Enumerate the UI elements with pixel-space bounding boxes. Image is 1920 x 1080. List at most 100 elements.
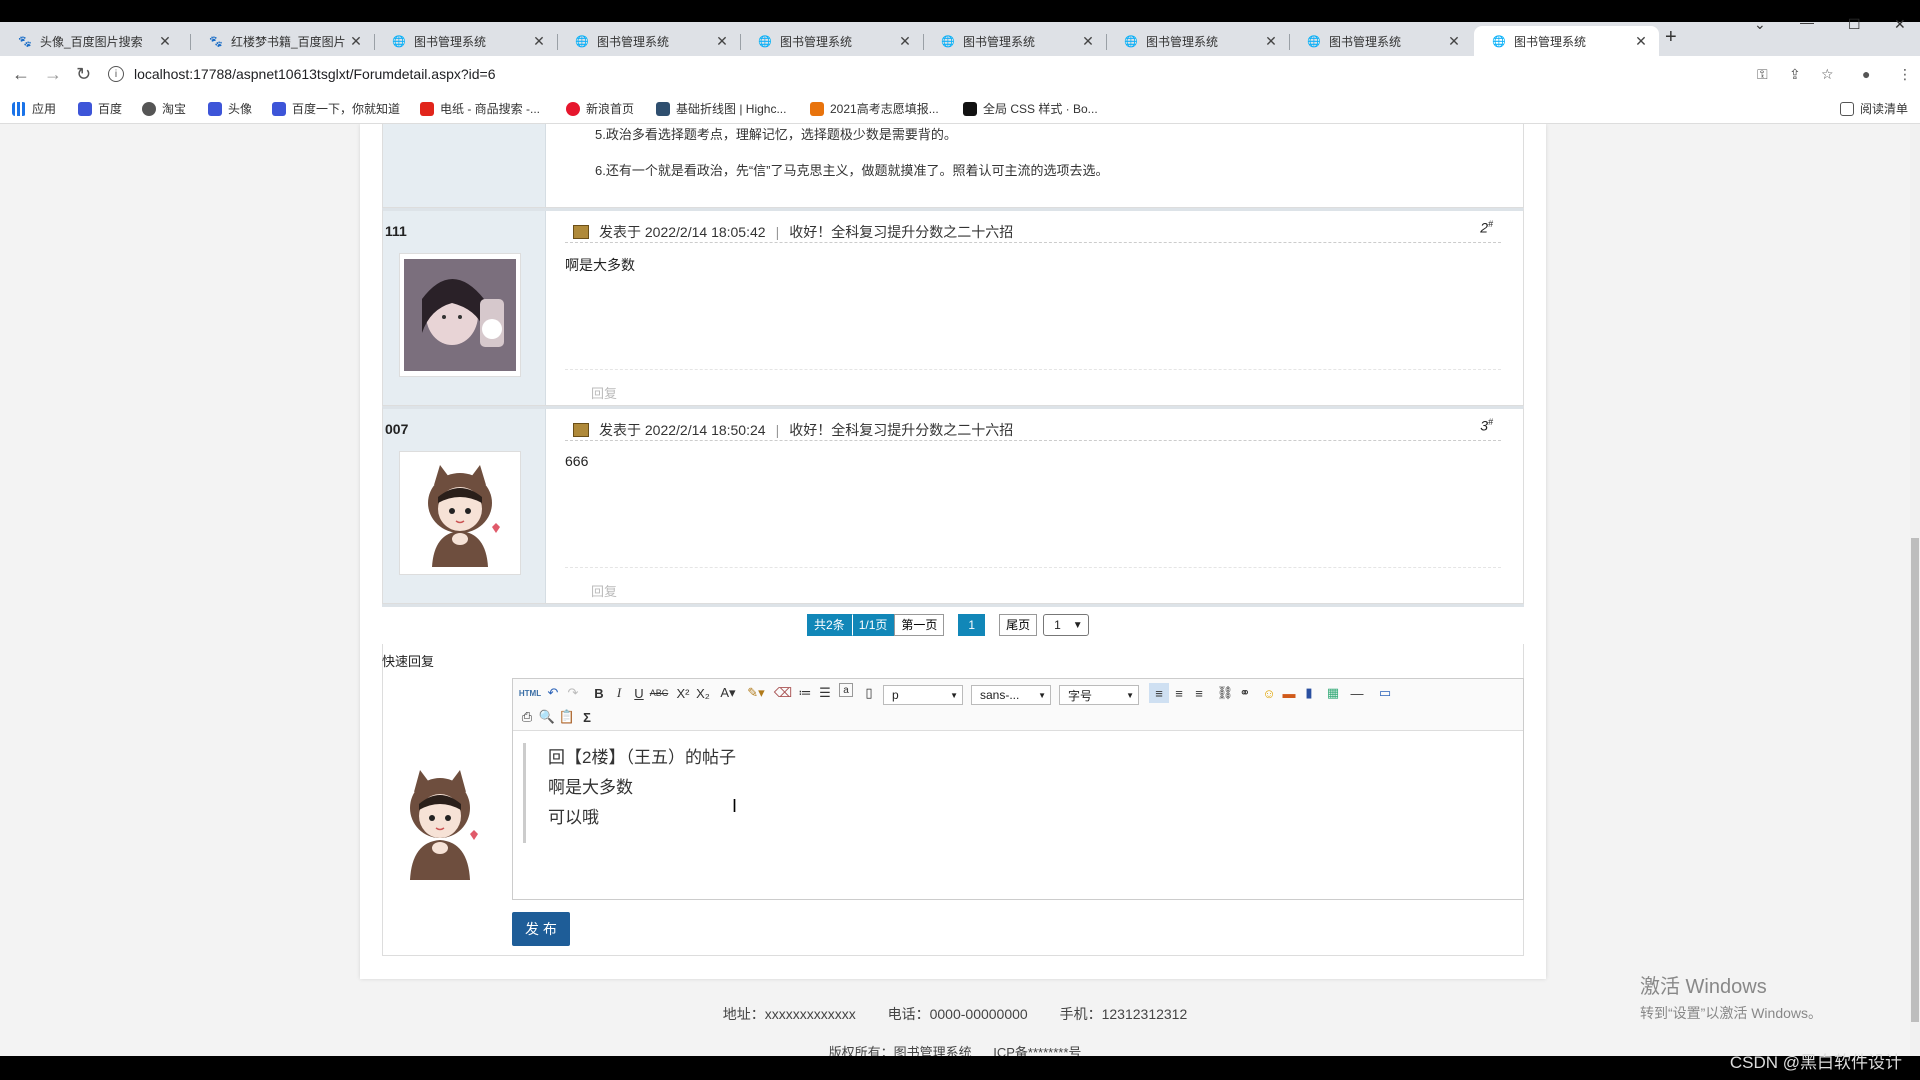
forward-icon[interactable]: → xyxy=(44,64,62,85)
close-tab-icon[interactable]: ✕ xyxy=(1633,33,1649,50)
quick-reply-label: 快速回复 xyxy=(382,654,435,669)
back-icon[interactable]: ← xyxy=(12,64,30,85)
map-icon[interactable]: ▦ xyxy=(1323,683,1343,703)
eraser-icon[interactable]: ⌫ xyxy=(773,683,793,703)
bookmark-baidu-search[interactable]: 百度一下，你就知道 xyxy=(272,100,400,117)
editor-toolbar: HTML ↶ ↷ B I U ABC X² X₂ A▾ ✎▾ ⌫ ≔ ☰ a ▯… xyxy=(513,679,1523,731)
reply-link[interactable]: 回复 xyxy=(591,581,617,600)
post-user-column xyxy=(383,124,546,207)
close-tab-icon[interactable]: ✕ xyxy=(348,33,364,50)
font-family-select[interactable]: sans-... ▼ xyxy=(971,685,1051,705)
align-right-icon[interactable]: ≡ xyxy=(1189,683,1209,703)
minimize-icon[interactable]: — xyxy=(1800,14,1814,30)
align-left-icon[interactable]: ≡ xyxy=(1149,683,1169,703)
bookmark-sina[interactable]: 新浪首页 xyxy=(566,100,634,117)
close-window-icon[interactable]: ✕ xyxy=(1894,16,1906,33)
paste-icon[interactable]: 📋 xyxy=(557,707,577,727)
avatar xyxy=(399,253,521,377)
pager-last-button[interactable]: 尾页 xyxy=(999,614,1038,636)
browser-tab-active[interactable]: 🌐 图书管理系统 ✕ xyxy=(1474,26,1659,56)
reply-link[interactable]: 回复 xyxy=(591,383,617,402)
ordered-list-icon[interactable]: ≔ xyxy=(795,683,815,703)
browser-tab[interactable]: 🌐 图书管理系统 ✕ xyxy=(374,26,557,56)
bookmark-bootstrap[interactable]: 全局 CSS 样式 · Bo... xyxy=(963,100,1098,117)
post-time: 2022/2/14 18:05:42 xyxy=(644,223,766,240)
globe-icon xyxy=(142,101,156,116)
tab-search-icon[interactable]: ⌄ xyxy=(1754,16,1766,33)
unlink-icon[interactable]: ⚭ xyxy=(1235,683,1255,703)
superscript-icon[interactable]: X² xyxy=(673,683,693,703)
browser-tab[interactable]: 🌐 图书管理系统 ✕ xyxy=(1106,26,1289,56)
info-icon[interactable]: i xyxy=(108,66,124,82)
bold-icon[interactable]: B xyxy=(589,683,609,703)
bookmark-jd[interactable]: 电纸 - 商品搜索 -... xyxy=(420,100,540,117)
publish-button[interactable]: 发 布 xyxy=(512,912,570,946)
close-tab-icon[interactable]: ✕ xyxy=(531,33,547,50)
bookmark-taobao[interactable]: 淘宝 xyxy=(142,100,186,117)
page-scrollbar[interactable] xyxy=(1910,124,1920,1056)
share-icon[interactable]: ⇪ xyxy=(1789,66,1801,83)
new-tab-icon[interactable]: + xyxy=(1665,26,1677,49)
close-tab-icon[interactable]: ✕ xyxy=(157,33,173,50)
paragraph-select[interactable]: p ▼ xyxy=(883,685,963,705)
preview-icon[interactable]: 🔍 xyxy=(537,707,557,727)
page-icon[interactable]: ▯ xyxy=(859,683,879,703)
strikethrough-icon[interactable]: ABC xyxy=(649,683,669,703)
bookmark-apps[interactable]: 应用 xyxy=(12,100,56,117)
post-topic: 收好！全科复习提升分数之二十六招 xyxy=(789,223,1014,240)
unordered-list-icon[interactable]: ☰ xyxy=(815,683,835,703)
bookmark-gaokao[interactable]: 2021高考志愿填报... xyxy=(810,100,939,117)
pager-first-button[interactable]: 第一页 xyxy=(894,614,945,636)
font-color-icon[interactable]: A▾ xyxy=(715,683,741,703)
star-icon[interactable]: ☆ xyxy=(1821,66,1834,83)
image-icon[interactable]: ▬ xyxy=(1279,683,1299,703)
close-tab-icon[interactable]: ✕ xyxy=(1263,33,1279,50)
emoji-icon[interactable]: ☺ xyxy=(1259,683,1279,703)
link-icon[interactable]: ⛓ xyxy=(1215,683,1235,703)
reload-icon[interactable]: ↻ xyxy=(76,64,91,85)
close-tab-icon[interactable]: ✕ xyxy=(897,33,913,50)
bookmark-touxiang[interactable]: 头像 xyxy=(208,100,252,117)
formula-icon[interactable]: Σ xyxy=(577,707,597,727)
avatar xyxy=(399,451,521,575)
browser-tab[interactable]: 🌐 图书管理系统 ✕ xyxy=(923,26,1106,56)
url-field[interactable]: i localhost:17788/aspnet10613tsglxt/Foru… xyxy=(108,60,1748,88)
font-size-select[interactable]: 字号 ▼ xyxy=(1059,685,1139,705)
editor-content[interactable]: 回【2楼】（王五）的帖子 啊是大多数 可以哦 xyxy=(523,743,1513,843)
close-tab-icon[interactable]: ✕ xyxy=(714,33,730,50)
menu-icon[interactable]: ⋮ xyxy=(1898,66,1912,83)
fullscreen-icon[interactable]: ▭ xyxy=(1375,683,1395,703)
undo-icon[interactable]: ↶ xyxy=(543,683,563,703)
align-center-icon[interactable]: ≡ xyxy=(1169,683,1189,703)
browser-tab[interactable]: 🐾 头像_百度图片搜索 ✕ xyxy=(0,26,183,56)
bookmark-highcharts[interactable]: 基础折线图 | Highc... xyxy=(656,100,786,117)
key-icon[interactable]: ⚿ xyxy=(1757,66,1768,83)
forum-container: 5.政治多看选择题考点，理解记忆，选择题极少数是需要背的。 6.还有一个就是看政… xyxy=(360,124,1546,979)
close-tab-icon[interactable]: ✕ xyxy=(1446,33,1462,50)
browser-tab[interactable]: 🌐 图书管理系统 ✕ xyxy=(1289,26,1472,56)
pager-current-page[interactable]: 1 xyxy=(958,614,986,636)
maximize-icon[interactable]: ☐ xyxy=(1848,16,1861,33)
italic-icon[interactable]: I xyxy=(609,683,629,703)
browser-tab[interactable]: 🌐 图书管理系统 ✕ xyxy=(557,26,740,56)
redo-icon[interactable]: ↷ xyxy=(563,683,583,703)
browser-tab[interactable]: 🐾 红楼梦书籍_百度图片 ✕ xyxy=(191,26,374,56)
text-frame-icon[interactable]: a xyxy=(839,683,853,697)
subscript-icon[interactable]: X₂ xyxy=(693,683,713,703)
horizontal-rule-icon[interactable]: — xyxy=(1347,683,1367,703)
post-text-line: 5.政治多看选择题考点，理解记忆，选择题极少数是需要背的。 xyxy=(595,127,957,142)
html-source-icon[interactable]: HTML xyxy=(517,683,543,703)
reading-list[interactable]: 阅读清单 xyxy=(1840,100,1908,117)
highlight-icon[interactable]: ✎▾ xyxy=(743,683,769,703)
pager-select[interactable]: 1 ▼ xyxy=(1043,614,1090,636)
underline-icon[interactable]: U xyxy=(629,683,649,703)
video-icon[interactable]: ▮ xyxy=(1299,683,1319,703)
scrollbar-thumb[interactable] xyxy=(1911,538,1919,1022)
post-username[interactable]: 007 xyxy=(385,421,408,437)
profile-icon[interactable]: ● xyxy=(1862,66,1870,82)
bookmark-baidu[interactable]: 百度 xyxy=(78,100,122,117)
print-icon[interactable]: ⎙ xyxy=(517,707,537,727)
browser-tab[interactable]: 🌐 图书管理系统 ✕ xyxy=(740,26,923,56)
post-username[interactable]: 111 xyxy=(385,223,407,239)
close-tab-icon[interactable]: ✕ xyxy=(1080,33,1096,50)
